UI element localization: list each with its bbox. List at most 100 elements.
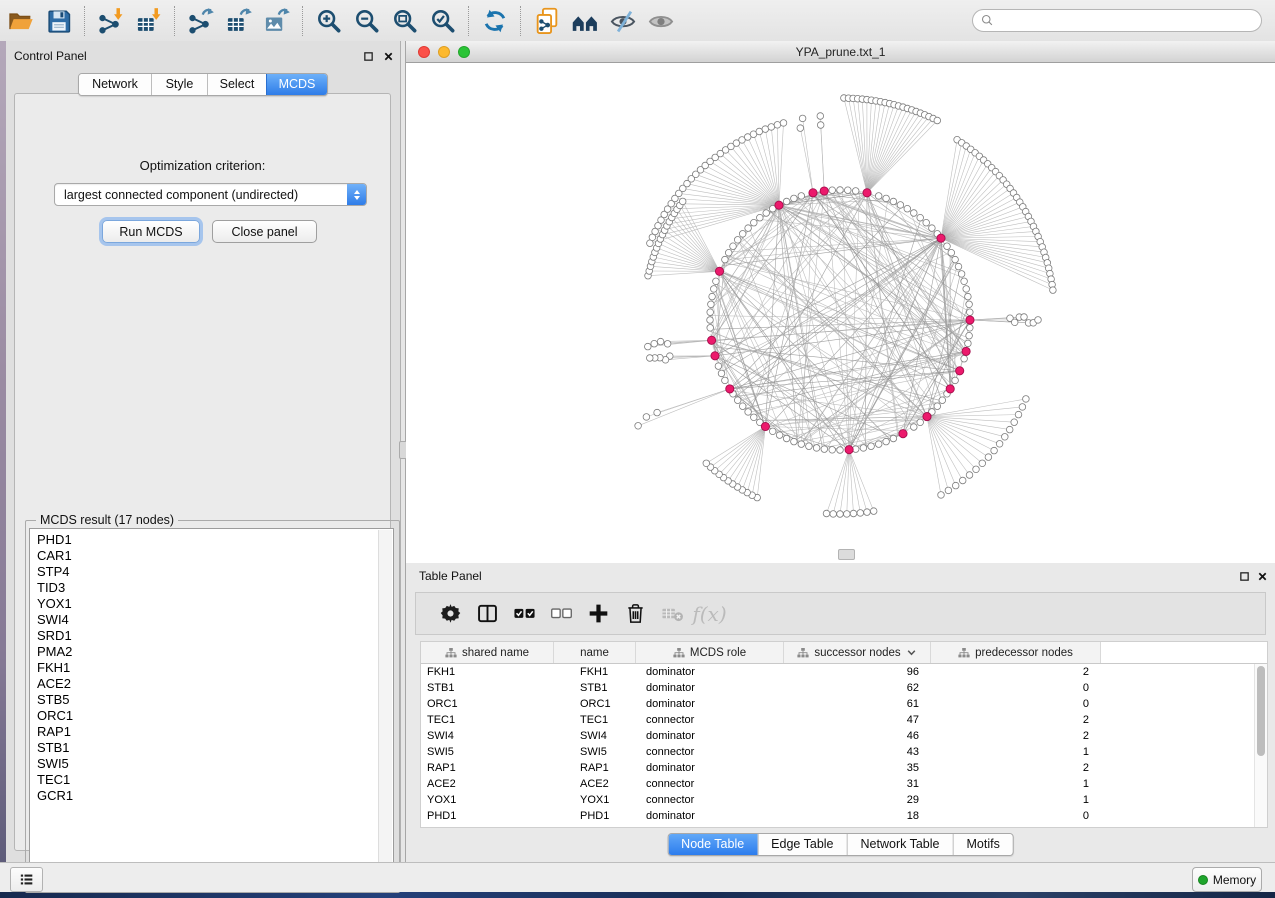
cell-name: TEC1 (554, 714, 636, 726)
run-mcds-button[interactable]: Run MCDS (102, 220, 200, 243)
zoom-in-icon[interactable] (310, 3, 348, 39)
scrollbar-thumb[interactable] (1257, 666, 1265, 756)
network-canvas[interactable] (406, 63, 1275, 563)
table-row[interactable]: SWI4SWI4dominator462 (421, 728, 1267, 744)
cell-MCDS-role: dominator (636, 698, 784, 710)
table-row[interactable]: PHD1PHD1dominator180 (421, 808, 1267, 824)
export-image-icon[interactable] (258, 3, 296, 39)
mcds-result-list[interactable]: PHD1CAR1STP4TID3YOX1SWI4SRD1PMA2FKH1ACE2… (29, 528, 394, 887)
search-box[interactable] (972, 9, 1262, 32)
mcds-result-item[interactable]: STB5 (30, 692, 393, 708)
mcds-result-title: MCDS result (17 nodes) (36, 513, 178, 527)
import-network-icon[interactable] (92, 3, 130, 39)
horizontal-splitter-handle[interactable] (838, 549, 855, 560)
column-header-name[interactable]: name (554, 642, 636, 663)
optimization-criterion-value: largest connected component (undirected) (55, 188, 347, 202)
table-scrollbar[interactable] (1254, 664, 1267, 828)
mcds-result-item[interactable]: PMA2 (30, 644, 393, 660)
mcds-result-item[interactable]: SWI5 (30, 756, 393, 772)
mcds-result-item[interactable]: STP4 (30, 564, 393, 580)
mcds-result-item[interactable]: TEC1 (30, 772, 393, 788)
select-all-icon[interactable] (506, 596, 543, 632)
close-panel-button[interactable]: Close panel (212, 220, 317, 243)
cell-successor-nodes: 43 (784, 746, 931, 758)
close-icon[interactable] (382, 50, 395, 63)
export-network-icon[interactable] (182, 3, 220, 39)
mcds-result-item[interactable]: RAP1 (30, 724, 393, 740)
table-header-row[interactable]: shared namenameMCDS rolesuccessor nodesp… (421, 642, 1267, 664)
mcds-result-item[interactable]: YOX1 (30, 596, 393, 612)
tab-node-table[interactable]: Node Table (668, 834, 757, 855)
tab-edge-table[interactable]: Edge Table (757, 834, 846, 855)
refresh-icon[interactable] (476, 3, 514, 39)
node-table[interactable]: shared namenameMCDS rolesuccessor nodesp… (420, 641, 1268, 828)
column-header-MCDS-role[interactable]: MCDS role (636, 642, 784, 663)
zoom-selected-icon[interactable] (424, 3, 462, 39)
status-bar: Memory (0, 862, 1275, 892)
mcds-result-item[interactable]: ACE2 (30, 676, 393, 692)
mcds-result-item[interactable]: GCR1 (30, 788, 393, 804)
show-all-icon[interactable] (642, 3, 680, 39)
network-window-titlebar[interactable]: YPA_prune.txt_1 (406, 41, 1275, 63)
tab-select[interactable]: Select (207, 74, 266, 95)
control-panel-tabs: NetworkStyleSelectMCDS (78, 73, 328, 96)
table-row[interactable]: YOX1YOX1connector291 (421, 792, 1267, 808)
new-network-from-selection-icon[interactable] (528, 3, 566, 39)
memory-button[interactable]: Memory (1192, 867, 1262, 892)
export-table-icon[interactable] (220, 3, 258, 39)
tab-style[interactable]: Style (151, 74, 207, 95)
tab-network-table[interactable]: Network Table (847, 834, 953, 855)
table-row[interactable]: FKH1FKH1dominator962 (421, 664, 1267, 680)
import-table-icon[interactable] (130, 3, 168, 39)
table-panel: Table Panel f(x) shared namenameMCDS rol… (406, 563, 1275, 862)
table-row[interactable]: STB1STB1dominator620 (421, 680, 1267, 696)
cell-MCDS-role: dominator (636, 762, 784, 774)
delete-icon[interactable] (617, 596, 654, 632)
memory-label: Memory (1213, 873, 1256, 887)
deselect-all-icon[interactable] (543, 596, 580, 632)
mcds-result-item[interactable]: ORC1 (30, 708, 393, 724)
cell-name: SWI4 (554, 730, 636, 742)
gear-icon[interactable] (432, 596, 469, 632)
network-graph[interactable] (406, 63, 1275, 563)
mcds-result-item[interactable]: TID3 (30, 580, 393, 596)
table-panel-title: Table Panel (419, 569, 482, 583)
search-input[interactable] (995, 11, 1261, 31)
mcds-result-item[interactable]: PHD1 (30, 532, 393, 548)
add-icon[interactable] (580, 596, 617, 632)
mcds-result-item[interactable]: FKH1 (30, 660, 393, 676)
save-icon[interactable] (40, 3, 78, 39)
cell-shared-name: ACE2 (421, 778, 554, 790)
mcds-list-scrollbar[interactable] (378, 530, 392, 887)
close-icon[interactable] (1256, 570, 1269, 583)
column-header-shared-name[interactable]: shared name (421, 642, 554, 663)
mcds-result-item[interactable]: STB1 (30, 740, 393, 756)
tab-motifs[interactable]: Motifs (952, 834, 1012, 855)
table-row[interactable]: TEC1TEC1connector472 (421, 712, 1267, 728)
table-row[interactable]: SWI5SWI5connector431 (421, 744, 1267, 760)
mcds-result-item[interactable]: CAR1 (30, 548, 393, 564)
table-row[interactable]: ORC1ORC1dominator610 (421, 696, 1267, 712)
list-icon (18, 871, 35, 888)
first-neighbors-icon[interactable] (566, 3, 604, 39)
mcds-result-item[interactable]: SWI4 (30, 612, 393, 628)
mcds-result-item[interactable]: SRD1 (30, 628, 393, 644)
tab-mcds[interactable]: MCDS (266, 74, 327, 95)
open-icon[interactable] (2, 3, 40, 39)
column-header-successor-nodes[interactable]: successor nodes (784, 642, 931, 663)
table-body[interactable]: FKH1FKH1dominator962STB1STB1dominator620… (421, 664, 1267, 824)
shared-column-icon (797, 647, 809, 659)
float-window-icon[interactable] (1238, 570, 1251, 583)
columns-icon[interactable] (469, 596, 506, 632)
table-row[interactable]: RAP1RAP1dominator352 (421, 760, 1267, 776)
zoom-out-icon[interactable] (348, 3, 386, 39)
tab-network[interactable]: Network (79, 74, 151, 95)
hide-selected-icon[interactable] (604, 3, 642, 39)
table-row[interactable]: ACE2ACE2connector311 (421, 776, 1267, 792)
zoom-fit-icon[interactable] (386, 3, 424, 39)
cell-successor-nodes: 46 (784, 730, 931, 742)
float-window-icon[interactable] (362, 50, 375, 63)
show-panels-button[interactable] (10, 867, 43, 892)
column-header-predecessor-nodes[interactable]: predecessor nodes (931, 642, 1101, 663)
optimization-criterion-select[interactable]: largest connected component (undirected) (54, 183, 367, 206)
